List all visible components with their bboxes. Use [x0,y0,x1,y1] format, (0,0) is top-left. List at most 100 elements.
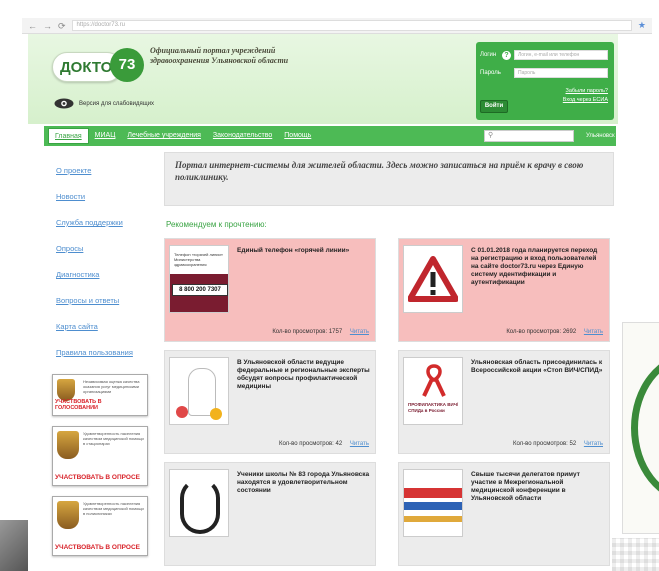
read-link[interactable]: Читать [350,441,369,447]
coat-of-arms-icon [57,431,79,459]
doctor-thumbnail [169,357,229,425]
banner-cta: УЧАСТВОВАТЬ В ОПРОСЕ [55,544,140,551]
eye-icon [54,98,74,109]
thumbnail-caption: ПРОФИЛАКТИКА ВИЧ/СПИДа в России [408,402,459,413]
password-input[interactable]: Пароль [514,68,608,78]
views-label: Кол-во просмотров: [272,329,328,335]
views-count: 42 [335,441,343,447]
region-selector[interactable]: Ульяновск [586,126,615,146]
forgot-password-link[interactable]: Забыли пароль? [566,88,608,94]
article-title[interactable]: Свыше тысячи делегатов примут участие в … [471,471,605,503]
bookmark-star-icon[interactable]: ★ [638,20,646,31]
banner-caption: Независимая оценка качества оказания усл… [83,379,140,394]
recommended-heading: Рекомендуем к прочтению: [166,220,267,229]
sidebar-item-rules[interactable]: Правила пользования [56,346,156,372]
site-header: ДОКТОР 73 Официальный портал учреждений … [28,34,618,124]
article-meta: Кол-во просмотров: 42 Читать [279,441,369,447]
search-input[interactable]: ⚲ [484,130,574,142]
sidebar-item-about[interactable]: О проекте [56,164,156,190]
low-vision-label: Версия для слабовидящих [79,100,155,107]
partial-seal-logo [622,322,659,534]
stethoscope-thumbnail [169,469,229,537]
sidebar-item-support[interactable]: Служба поддержки [56,216,156,242]
clinic-survey-banner[interactable]: Удовлетворенность населения качеством ме… [52,496,148,556]
article-title[interactable]: С 01.01.2018 года планируется переход на… [471,247,605,287]
survey-banners: Независимая оценка качества оказания усл… [52,374,150,566]
screenshot-stage: ← → ⟳ https://doctor73.ru ★ ДОКТОР 73 Оф… [0,0,659,571]
coat-of-arms-icon [57,501,79,529]
nav-item-legislation[interactable]: Законодательство [207,126,278,146]
password-label: Пароль [480,70,501,76]
sidebar-item-diagnostics[interactable]: Диагностика [56,268,156,294]
aids-ribbon-thumbnail: ПРОФИЛАКТИКА ВИЧ/СПИДа в России [403,357,463,425]
logo-number: 73 [110,48,144,82]
banner-cta: УЧАСТВОВАТЬ В ГОЛОСОВАНИИ [55,399,102,411]
article-card[interactable]: В Ульяновской области ведущие федеральны… [164,350,376,454]
thumbnail-caption: Телефон «горячей линии» Министерства здр… [174,252,223,267]
views-count: 1757 [328,329,343,335]
login-input[interactable]: Логин, e-mail или телефон [514,50,608,60]
site-logo[interactable]: ДОКТОР 73 [52,48,144,84]
vote-banner[interactable]: Независимая оценка качества оказания усл… [52,374,148,416]
login-form: Логин ? Логин, e-mail или телефон Пароль… [476,42,614,120]
article-title[interactable]: Единый телефон «горячей линии» [237,247,371,255]
article-title[interactable]: Ульяновская область присоединилась к Все… [471,359,605,375]
apple-icon [176,406,188,418]
banner-stripe [404,516,462,522]
banner-caption: Удовлетворенность населения качеством ме… [83,431,144,446]
red-ribbon-icon [422,364,446,397]
article-meta: Кол-во просмотров: 52 Читать [513,441,603,447]
stethoscope-icon [180,478,220,534]
views-label: Кол-во просмотров: [506,329,562,335]
back-icon[interactable]: ← [28,18,37,34]
article-card[interactable]: Ученики школы № 83 города Ульяновска нах… [164,462,376,566]
views-label: Кол-во просмотров: [512,441,568,447]
banner-stripe [404,502,462,510]
read-link[interactable]: Читать [584,441,603,447]
reload-icon[interactable]: ⟳ [58,18,66,34]
article-title[interactable]: Ученики школы № 83 города Ульяновска нах… [237,471,371,495]
sidebar-item-polls[interactable]: Опросы [56,242,156,268]
banner-stripe [404,488,462,498]
hotline-number: 8 800 200 7307 [172,284,228,296]
article-title[interactable]: В Ульяновской области ведущие федеральны… [237,359,371,391]
nav-item-clinics[interactable]: Лечебные учреждения [121,126,207,146]
conference-thumbnail [403,469,463,537]
orange-icon [210,408,222,420]
portal-page: ДОКТОР 73 Официальный портал учреждений … [28,34,618,566]
portal-title: Официальный портал учреждений здравоохра… [150,46,289,65]
coat-of-arms-icon [57,379,75,401]
article-card[interactable]: ПРОФИЛАКТИКА ВИЧ/СПИДа в России Ульяновс… [398,350,610,454]
nav-item-help[interactable]: Помощь [278,126,317,146]
article-meta: Кол-во просмотров: 2692 Читать [506,329,603,335]
shadow-corner [0,520,28,571]
portal-notice: Портал интернет-системы для жителей обла… [164,152,614,206]
help-icon[interactable]: ? [502,51,511,60]
sidebar-item-faq[interactable]: Вопросы и ответы [56,294,156,320]
esia-login-link[interactable]: Вход через ЕСИА [563,97,608,103]
hospital-survey-banner[interactable]: Удовлетворенность населения качеством ме… [52,426,148,486]
sidebar-item-news[interactable]: Новости [56,190,156,216]
article-card[interactable]: С 01.01.2018 года планируется переход на… [398,238,610,342]
nav-item-home[interactable]: Главная [48,128,89,144]
login-button[interactable]: Войти [480,100,508,113]
low-vision-link[interactable]: Версия для слабовидящих [54,98,154,109]
banner-caption: Удовлетворенность населения качеством ме… [83,501,144,516]
article-card[interactable]: Свыше тысячи делегатов примут участие в … [398,462,610,566]
forward-icon[interactable]: → [43,18,52,34]
read-link[interactable]: Читать [350,329,369,335]
search-icon: ⚲ [488,132,494,139]
read-link[interactable]: Читать [584,329,603,335]
sidebar-item-sitemap[interactable]: Карта сайта [56,320,156,346]
warning-icon [408,256,458,302]
address-bar[interactable]: https://doctor73.ru [71,20,632,31]
transparency-pattern [612,538,659,571]
sidebar-menu: О проекте Новости Служба поддержки Опрос… [56,164,156,372]
views-count: 2692 [562,329,577,335]
nav-item-miac[interactable]: МИАЦ [89,126,122,146]
article-card[interactable]: Телефон «горячей линии» Министерства здр… [164,238,376,342]
main-nav: Главная МИАЦ Лечебные учреждения Законод… [44,126,616,146]
warning-thumbnail [403,245,463,313]
views-label: Кол-во просмотров: [278,441,334,447]
login-label: Логин [480,52,497,58]
